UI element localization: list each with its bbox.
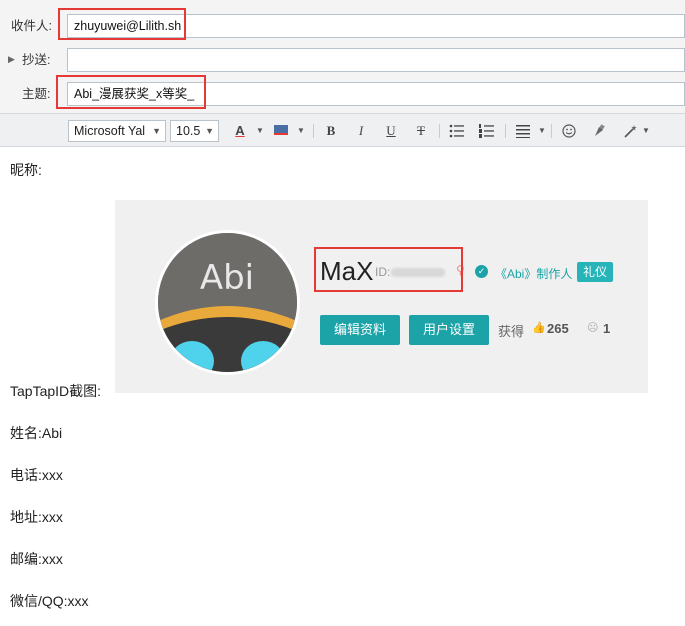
earned-label: 获得 — [498, 324, 525, 339]
subject-label: 主题: — [22, 87, 51, 101]
mail-header: 收件人: zhuyuwei@Lilith.sh ▶ 抄送: 主题: Abi_漫展… — [0, 0, 685, 113]
cc-field[interactable] — [67, 48, 685, 72]
font-size-value: 10.5 — [176, 124, 201, 138]
chevron-down-icon[interactable]: ▼ — [297, 121, 305, 141]
toolbar-divider — [505, 124, 506, 138]
chevron-down-icon: ▼ — [205, 126, 214, 136]
to-field[interactable]: zhuyuwei@Lilith.sh — [67, 14, 685, 38]
thumbs-up-icon: 👍 — [532, 322, 546, 334]
screenshot-label: TapTapID截图: — [10, 383, 102, 399]
to-label: 收件人: — [11, 19, 52, 33]
toolbar-divider — [551, 124, 552, 138]
location-pin-icon: ⚲ — [456, 263, 465, 277]
font-size-select[interactable]: 10.5 ▼ — [170, 120, 219, 142]
user-settings-button[interactable]: 用户设置 — [409, 315, 489, 345]
font-family-select[interactable]: Microsoft Yal ▼ — [68, 120, 166, 142]
creator-title[interactable]: 《Abi》制作人 — [495, 265, 572, 282]
cc-label: 抄送: — [22, 53, 51, 67]
avatar-text: Abi — [200, 258, 254, 298]
align-icon[interactable] — [514, 121, 532, 141]
font-family-value: Microsoft Yal — [74, 124, 146, 138]
expand-cc-icon[interactable]: ▶ — [8, 54, 15, 65]
cc-row: ▶ 抄送: — [0, 43, 685, 77]
name-line: 姓名:Abi — [10, 425, 63, 441]
bold-icon[interactable]: B — [322, 121, 340, 141]
toolbar-divider — [439, 124, 440, 138]
underline-icon[interactable]: U — [382, 121, 400, 141]
magic-wand-icon[interactable] — [622, 121, 640, 141]
numbered-list-icon[interactable] — [478, 121, 496, 141]
chevron-down-icon[interactable]: ▼ — [256, 121, 264, 141]
redacted-id — [391, 268, 445, 277]
subject-row: 主题: Abi_漫展获奖_x等奖_ — [0, 77, 685, 111]
etiquette-badge[interactable]: 礼仪 — [577, 262, 614, 282]
profile-nickname: MaX — [320, 256, 374, 286]
nickname-line: 昵称: — [10, 162, 42, 178]
emoji-icon[interactable] — [560, 121, 578, 141]
phone-line: 电话:xxx — [10, 467, 63, 483]
zip-line: 邮编:xxx — [10, 551, 63, 567]
avatar: Abi — [155, 230, 300, 375]
strikethrough-icon[interactable]: T — [412, 121, 430, 141]
edit-profile-button[interactable]: 编辑资料 — [320, 315, 400, 345]
toolbar-divider — [313, 124, 314, 138]
verified-icon: ✓ — [475, 265, 488, 278]
font-color-icon[interactable]: A — [231, 121, 249, 141]
address-line: 地址:xxx — [10, 509, 63, 525]
chevron-down-icon[interactable]: ▼ — [642, 121, 650, 141]
dislikes-count: 1 — [603, 321, 611, 336]
contact-line: 微信/QQ:xxx — [10, 593, 89, 609]
chevron-down-icon[interactable]: ▼ — [538, 121, 546, 141]
profile-id-label: ID: — [375, 265, 391, 279]
clear-format-icon[interactable] — [590, 121, 608, 141]
likes-count: 265 — [547, 321, 569, 336]
profile-card-screenshot: Abi MaX ID: ⚲ ✓ 《Abi》制作人 礼仪 编辑资料 用户设置 获得… — [115, 200, 648, 393]
subject-field[interactable]: Abi_漫展获奖_x等奖_ — [67, 82, 685, 106]
italic-icon[interactable]: I — [352, 121, 370, 141]
highlight-icon[interactable] — [272, 121, 290, 141]
editor-toolbar: Microsoft Yal ▼ 10.5 ▼ A ▼ ▼ B I U T ▼ ▼ — [0, 113, 685, 147]
to-row: 收件人: zhuyuwei@Lilith.sh — [0, 9, 685, 43]
dislike-face-icon: ☹ — [587, 322, 599, 334]
chevron-down-icon: ▼ — [152, 126, 161, 136]
bullet-list-icon[interactable] — [448, 121, 466, 141]
